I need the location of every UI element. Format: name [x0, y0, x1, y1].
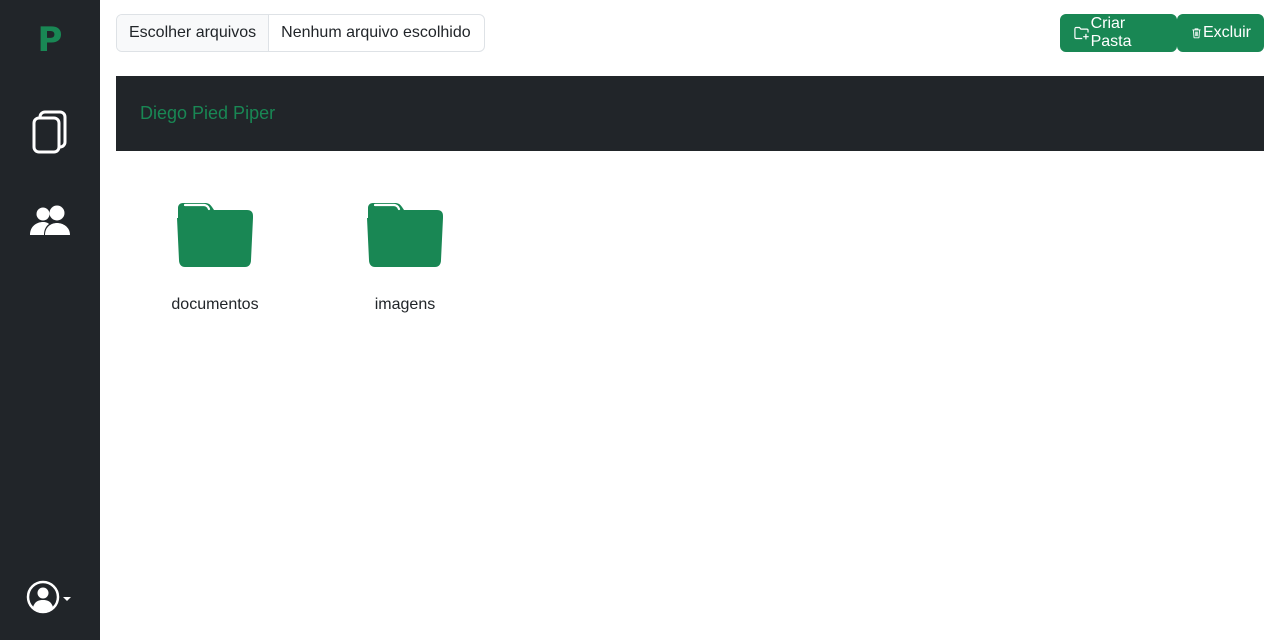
folder-icon — [367, 203, 443, 267]
sidebar-item-files[interactable] — [0, 110, 100, 154]
folder-plus-icon — [1074, 26, 1089, 40]
folder-label: documentos — [171, 296, 259, 313]
sidebar-item-users[interactable] — [0, 205, 100, 237]
create-folder-button[interactable]: Criar Pasta — [1060, 14, 1177, 52]
folder-item-documentos[interactable]: documentos — [145, 200, 285, 314]
delete-label: Excluir — [1202, 24, 1251, 41]
file-upload-input[interactable]: Escolher arquivos Nenhum arquivo escolhi… — [116, 14, 485, 52]
choose-files-button[interactable]: Escolher arquivos — [117, 15, 270, 51]
page-title: Diego Pied Piper — [140, 103, 276, 123]
trash-icon — [1192, 28, 1201, 39]
people-icon — [30, 205, 70, 235]
folder-item-imagens[interactable]: imagens — [335, 200, 475, 314]
person-circle-icon — [26, 580, 60, 614]
files-icon — [32, 110, 67, 154]
folder-icon — [177, 203, 253, 267]
chevron-down-icon — [63, 597, 71, 601]
folder-label: imagens — [374, 296, 436, 313]
user-menu-toggle[interactable] — [26, 580, 71, 614]
brand-logo[interactable]: P — [0, 20, 100, 60]
folder-header-bar: Diego Pied Piper — [116, 76, 1264, 151]
no-file-chosen-label: Nenhum arquivo escolhido — [281, 24, 471, 41]
delete-button[interactable]: Excluir — [1177, 14, 1264, 52]
sidebar: P — [0, 0, 100, 640]
create-folder-label: Criar Pasta — [1090, 15, 1132, 50]
